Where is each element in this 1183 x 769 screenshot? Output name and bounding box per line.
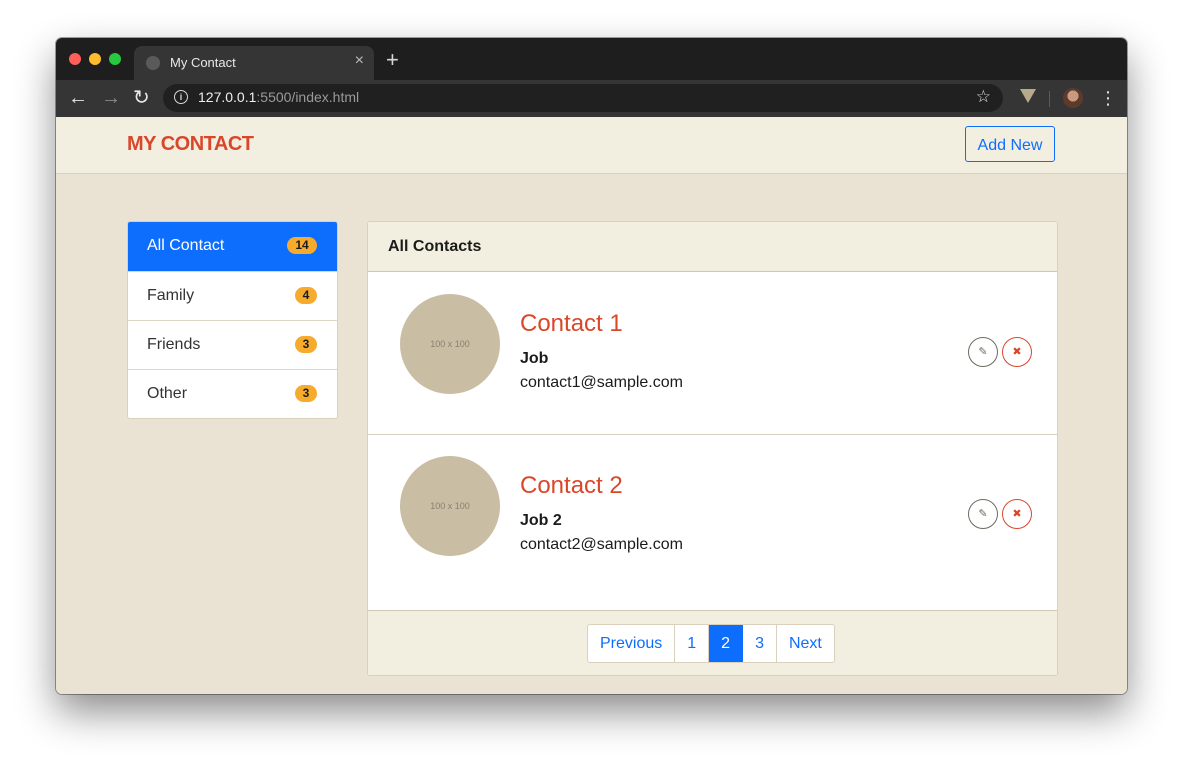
globe-icon	[146, 56, 160, 70]
contact-email: contact2@sample.com	[520, 536, 683, 553]
pagination-next[interactable]: Next	[777, 625, 834, 662]
brand-logo[interactable]: MY CONTACT	[127, 133, 254, 156]
delete-icon[interactable]: ✖	[1002, 499, 1032, 529]
pagination-page-1[interactable]: 1	[675, 625, 710, 662]
maximize-window-icon[interactable]	[109, 53, 121, 65]
sidebar-item-label: Other	[147, 385, 188, 402]
sidebar-item-label: Friends	[147, 336, 201, 353]
edit-icon[interactable]: ✎	[968, 499, 998, 529]
pagination-page-3[interactable]: 3	[743, 625, 777, 662]
add-new-button[interactable]: Add New	[965, 126, 1055, 162]
bookmark-star-icon[interactable]: ☆	[976, 87, 991, 107]
pagination: Previous 1 2 3 Next	[587, 624, 835, 663]
v-shield-icon[interactable]	[1020, 89, 1036, 103]
back-arrow-icon[interactable]: ←	[68, 86, 88, 110]
close-window-icon[interactable]	[69, 53, 81, 65]
app-navbar: MY CONTACT Add New	[56, 117, 1127, 174]
panel-header: All Contacts	[368, 222, 1057, 272]
address-url[interactable]: 127.0.0.1:5500/index.html	[198, 89, 359, 105]
pagination-page-2[interactable]: 2	[709, 625, 744, 662]
tab-close-icon[interactable]: ×	[355, 52, 364, 70]
count-badge: 3	[295, 385, 317, 402]
tab-title: My Contact	[170, 55, 236, 70]
panel-footer: Previous 1 2 3 Next	[368, 611, 1057, 675]
sidebar-item-friends[interactable]: Friends 3	[128, 321, 337, 370]
contact-card: 100 x 100 Contact 2 Job 2 contact2@sampl…	[368, 434, 1057, 611]
sidebar-item-label: Family	[147, 287, 195, 304]
minimize-window-icon[interactable]	[89, 53, 101, 65]
contact-job: Job 2	[520, 512, 562, 529]
contact-email: contact1@sample.com	[520, 374, 683, 391]
page-content: MY CONTACT Add New All Contact 14 Family…	[56, 117, 1127, 694]
address-bar[interactable]: i 127.0.0.1:5500/index.html ☆	[163, 84, 1003, 112]
avatar-placeholder: 100 x 100	[400, 456, 500, 556]
avatar-placeholder: 100 x 100	[400, 294, 500, 394]
sidebar-item-all-contact[interactable]: All Contact 14	[128, 222, 337, 272]
panel-title: All Contacts	[388, 238, 482, 255]
count-badge: 3	[295, 336, 317, 353]
toolbar-divider	[1049, 91, 1050, 107]
sidebar-item-other[interactable]: Other 3	[128, 370, 337, 418]
url-path: :5500/index.html	[256, 89, 360, 105]
sidebar-item-family[interactable]: Family 4	[128, 272, 337, 321]
contacts-panel: All Contacts 100 x 100 Contact 1 Job con…	[367, 221, 1058, 676]
tab-strip: My Contact × +	[56, 38, 1127, 80]
new-tab-icon[interactable]: +	[386, 47, 399, 73]
browser-toolbar: ← → ↻ i 127.0.0.1:5500/index.html ☆ ⋮	[56, 80, 1127, 117]
contact-name: Contact 2	[520, 472, 623, 499]
contact-job: Job	[520, 350, 549, 367]
sidebar-item-label: All Contact	[147, 237, 225, 254]
info-icon[interactable]: i	[174, 90, 188, 104]
edit-icon[interactable]: ✎	[968, 337, 998, 367]
browser-window: My Contact × + ← → ↻ i 127.0.0.1:5500/in…	[56, 38, 1127, 694]
browser-tab[interactable]: My Contact ×	[134, 46, 374, 80]
url-host: 127.0.0.1	[198, 89, 257, 105]
count-badge: 14	[287, 237, 317, 254]
contact-card: 100 x 100 Contact 1 Job contact1@sample.…	[368, 272, 1057, 435]
delete-icon[interactable]: ✖	[1002, 337, 1032, 367]
forward-arrow-icon[interactable]: →	[101, 86, 121, 110]
pagination-previous[interactable]: Previous	[588, 625, 676, 662]
profile-avatar-icon[interactable]	[1063, 88, 1083, 108]
category-sidebar: All Contact 14 Family 4 Friends 3 Other …	[127, 221, 338, 419]
contact-name: Contact 1	[520, 310, 623, 337]
more-menu-icon[interactable]: ⋮	[1099, 86, 1117, 110]
reload-icon[interactable]: ↻	[133, 86, 150, 110]
count-badge: 4	[295, 287, 317, 304]
